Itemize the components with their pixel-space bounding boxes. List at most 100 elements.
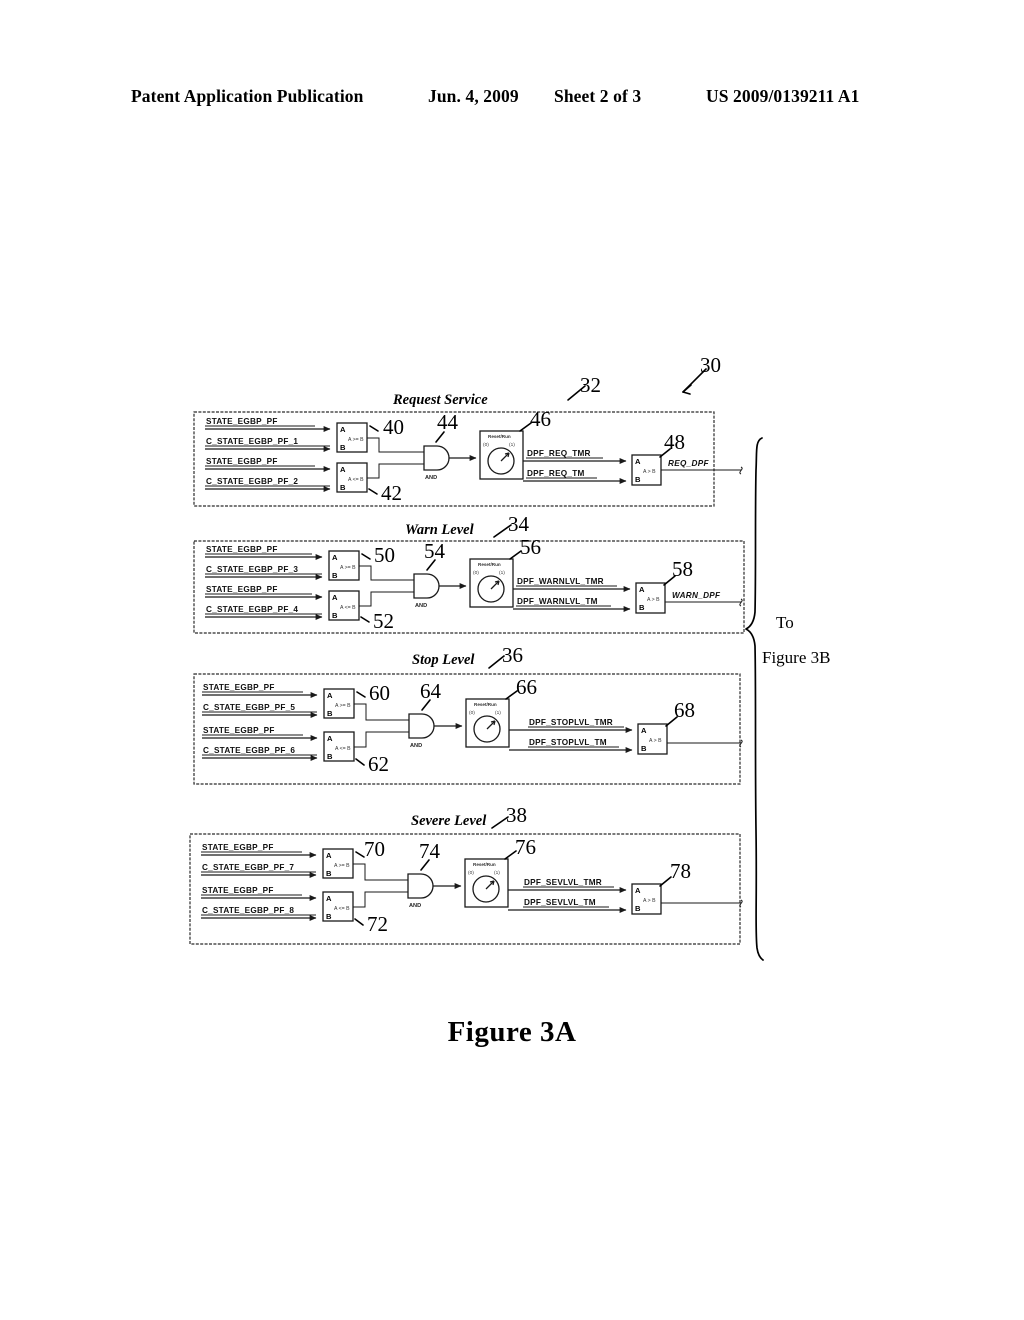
operator-label-48: A > B	[643, 469, 656, 475]
comparator-70: STATE_EGBP_PF C_STATE_EGBP_PF_7 A B A >=…	[201, 837, 385, 879]
signal-label-state-4a: STATE_EGBP_PF	[202, 843, 274, 852]
port-label-b-40: B	[340, 443, 346, 452]
figure-caption: Figure 3A	[447, 1016, 577, 1048]
port-label-b-60: B	[327, 709, 333, 718]
reference-label-56: 56	[520, 535, 541, 559]
and-gate-label-64: AND	[410, 743, 422, 749]
reference-label-46: 46	[530, 407, 551, 431]
signal-label-state-3a: STATE_EGBP_PF	[203, 683, 275, 692]
comparator-72: STATE_EGBP_PF C_STATE_EGBP_PF_8 A B A <=…	[201, 886, 388, 936]
operator-label-70: A >= B	[334, 863, 350, 869]
reference-label-62: 62	[368, 752, 389, 776]
output-signal-label-warn-dpf: WARN_DPF	[672, 591, 721, 600]
port-label-a-42: A	[340, 465, 346, 474]
reference-label-40: 40	[383, 415, 404, 439]
port-label-a-68: A	[641, 726, 647, 735]
operator-label-72: A <= B	[334, 906, 350, 912]
port-label-a-60: A	[327, 691, 333, 700]
signal-label-timer-out-b-1: DPF_REQ_TM	[527, 469, 585, 478]
and-gate-label-54: AND	[415, 603, 427, 609]
signal-label-cstate-3: C_STATE_EGBP_PF_3	[206, 565, 298, 574]
operator-label-62: A <= B	[335, 746, 351, 752]
output-signal-label-req-dpf: REQ_DPF	[668, 459, 709, 468]
comparator-60: STATE_EGBP_PF C_STATE_EGBP_PF_5 A B A >=…	[202, 681, 390, 719]
timer-66: Reset/Run (0) (1) 66	[465, 675, 537, 748]
port-label-a-40: A	[340, 425, 346, 434]
signal-label-state-1a: STATE_EGBP_PF	[206, 417, 278, 426]
comparator-42: STATE_EGBP_PF C_STATE_EGBP_PF_2 A B A <=…	[205, 457, 402, 505]
reference-label-72: 72	[367, 912, 388, 936]
operator-label-78: A > B	[643, 898, 656, 904]
signal-label-timer-out-a-4: DPF_SEVLVL_TMR	[524, 878, 602, 887]
and-gate-label-44: AND	[425, 475, 437, 481]
port-label-b-42: B	[340, 483, 346, 492]
reference-label-38: 38	[506, 803, 527, 827]
reference-label-76: 76	[515, 835, 536, 859]
publication-date: Jun. 4, 2009	[428, 86, 519, 106]
operator-label-52: A <= B	[340, 605, 356, 611]
timer-port1-46: (1)	[509, 442, 515, 448]
block-severe-level: Severe Level 38 STATE_EGBP_PF C_STATE_EG…	[189, 803, 743, 945]
signal-label-state-3b: STATE_EGBP_PF	[203, 726, 275, 735]
port-label-b-62: B	[327, 752, 333, 761]
output-comparator-58: A B A > B 58	[635, 557, 693, 614]
and-gate-label-74: AND	[409, 903, 421, 909]
signal-label-state-1b: STATE_EGBP_PF	[206, 457, 278, 466]
sheet-number: Sheet 2 of 3	[554, 86, 642, 106]
reference-label-52: 52	[373, 609, 394, 633]
comparator-52: STATE_EGBP_PF C_STATE_EGBP_PF_4 A B A <=…	[205, 585, 394, 633]
reference-label-74: 74	[419, 839, 441, 863]
page-header: Patent Application Publication Jun. 4, 2…	[0, 86, 1024, 112]
block-title-warn-level: Warn Level	[405, 522, 474, 538]
operator-label-58: A > B	[647, 597, 660, 603]
operator-label-60: A >= B	[335, 703, 351, 709]
signal-label-state-2a: STATE_EGBP_PF	[206, 545, 278, 554]
patent-number: US 2009/0139211 A1	[706, 86, 860, 106]
signal-label-timer-out-b-3: DPF_STOPLVL_TM	[529, 738, 607, 747]
reference-label-60: 60	[369, 681, 390, 705]
output-comparator-68: A B A > B 68	[637, 698, 695, 755]
operator-label-50: A >= B	[340, 565, 356, 571]
reference-label-50: 50	[374, 543, 395, 567]
signal-label-state-2b: STATE_EGBP_PF	[206, 585, 278, 594]
and-gate-64: AND 64	[408, 679, 442, 749]
port-label-a-48: A	[635, 457, 641, 466]
operator-label-40: A >= B	[348, 437, 364, 443]
port-label-b-50: B	[332, 571, 338, 580]
reference-label-32: 32	[580, 373, 601, 397]
timer-dial-66	[473, 715, 501, 743]
output-comparator-78: A B A > B 78	[631, 859, 691, 915]
port-label-b-70: B	[326, 869, 332, 878]
and-gate-shape-64	[408, 713, 435, 739]
timer-title-76: Reset/Run	[473, 862, 496, 867]
timer-port0-76: (0)	[468, 870, 474, 876]
signal-label-cstate-4: C_STATE_EGBP_PF_4	[206, 605, 298, 614]
timer-port0-56: (0)	[473, 570, 479, 576]
comparator-62: STATE_EGBP_PF C_STATE_EGBP_PF_6 A B A <=…	[202, 726, 389, 776]
and-gate-shape-74	[407, 873, 434, 899]
port-label-a-62: A	[327, 734, 333, 743]
and-gate-74: AND 74	[407, 839, 441, 909]
continuation-note-line2: Figure 3B	[762, 648, 830, 667]
timer-76: Reset/Run (0) (1) 76	[464, 835, 536, 908]
signal-label-cstate-5: C_STATE_EGBP_PF_5	[203, 703, 295, 712]
signal-label-timer-out-a-2: DPF_WARNLVL_TMR	[517, 577, 604, 586]
port-label-a-78: A	[635, 886, 641, 895]
port-label-a-52: A	[332, 593, 338, 602]
and-gate-44: AND 44	[423, 410, 459, 481]
signal-label-state-4b: STATE_EGBP_PF	[202, 886, 274, 895]
port-label-b-78: B	[635, 904, 641, 913]
port-label-b-58: B	[639, 603, 645, 612]
overall-reference-30: 30	[682, 353, 721, 395]
publication-title: Patent Application Publication	[131, 86, 364, 106]
continuation-note: To Figure 3B	[762, 613, 830, 667]
comparator-40: STATE_EGBP_PF C_STATE_EGBP_PF_1 A B A >=…	[205, 415, 404, 453]
timer-dial-46	[487, 447, 515, 475]
timer-port0-66: (0)	[469, 710, 475, 716]
timer-port0-46: (0)	[483, 442, 489, 448]
reference-label-68: 68	[674, 698, 695, 722]
port-label-b-48: B	[635, 475, 641, 484]
port-label-a-58: A	[639, 585, 645, 594]
continuation-brace	[745, 437, 764, 961]
and-gate-54: AND 54	[413, 539, 446, 609]
